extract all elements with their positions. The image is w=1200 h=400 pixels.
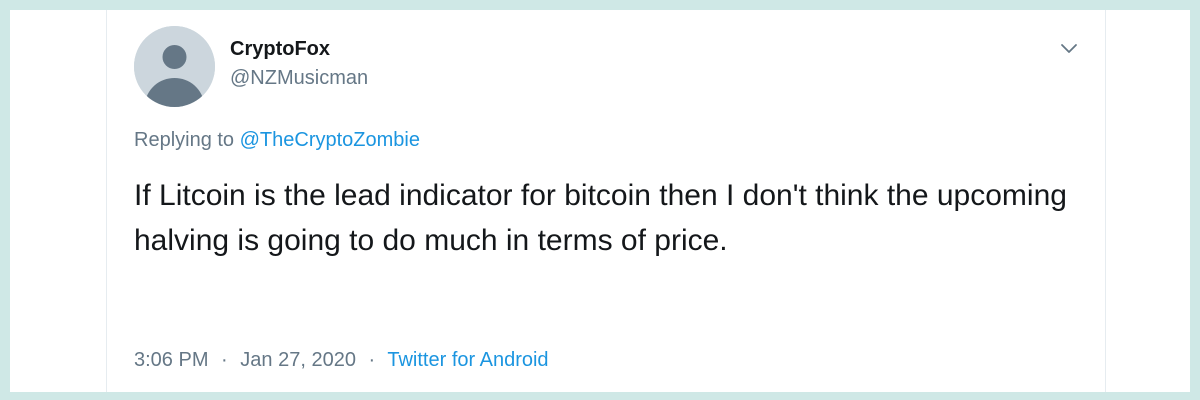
tweet-meta: 3:06 PM · Jan 27, 2020 · Twitter for And… xyxy=(134,348,549,372)
tweet-source-link[interactable]: Twitter for Android xyxy=(387,349,548,371)
tweet-menu-button[interactable] xyxy=(1057,36,1081,60)
avatar[interactable] xyxy=(134,26,215,107)
meta-separator: · xyxy=(221,349,228,371)
replying-to-label: Replying to xyxy=(134,129,235,151)
user-handle[interactable]: @NZMusicman xyxy=(230,66,368,90)
reply-mention-link[interactable]: @TheCryptoZombie xyxy=(240,129,420,151)
screenshot-frame: CryptoFox @NZMusicman Replying to @TheCr… xyxy=(10,10,1190,392)
display-name[interactable]: CryptoFox xyxy=(230,37,368,61)
replying-to: Replying to @TheCryptoZombie xyxy=(134,128,420,152)
default-profile-avatar-icon xyxy=(134,26,215,107)
user-info: CryptoFox @NZMusicman xyxy=(230,37,368,90)
tweet-date: Jan 27, 2020 xyxy=(240,349,356,371)
tweet-card: CryptoFox @NZMusicman Replying to @TheCr… xyxy=(106,10,1106,392)
chevron-down-icon xyxy=(1061,44,1077,53)
tweet-text: If Litcoin is the lead indicator for bit… xyxy=(134,179,1067,257)
tweet-time[interactable]: 3:06 PM xyxy=(134,349,208,371)
meta-separator: · xyxy=(368,349,376,371)
